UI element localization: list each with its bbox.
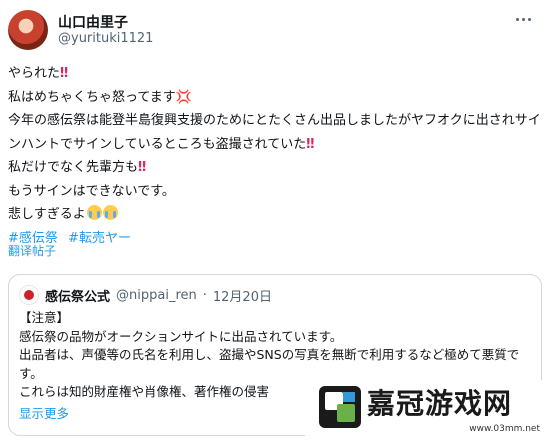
quoted-tweet-header: 感伝祭公式 @nippai_ren · 12月20日	[19, 285, 272, 305]
crying-face-icon	[86, 205, 102, 220]
quoted-line: 【注意】	[19, 310, 70, 325]
site-watermark: 嘉冠游戏网 www.03mm.net	[305, 380, 550, 442]
quoted-line: 出品者は、声優等の氏名を利用し、盗撮やSNSの写真を無断で利用するなど極めて悪質…	[19, 347, 520, 381]
author-display-name[interactable]: 山口由里子	[58, 12, 128, 32]
quoted-author-handle: @nippai_ren	[116, 287, 197, 303]
author-handle[interactable]: @yurituki1121	[58, 31, 153, 46]
tweet-line: 今年の感伝祭は能登半島復興支援のためにとたくさん出品しましたがヤフオクに出されサ…	[8, 113, 541, 152]
watermark-logo-icon	[319, 386, 361, 428]
quoted-line: 感伝祭の品物がオークションサイトに出品されています。	[19, 328, 343, 344]
double-exclamation-icon: ‼	[306, 136, 314, 152]
show-more-link[interactable]: 显示更多	[19, 403, 69, 422]
quoted-tweet-date: 12月20日	[212, 289, 272, 305]
separator-dot: ·	[202, 287, 207, 303]
crying-face-icon	[102, 205, 118, 220]
tweet-line: 私だけでなく先輩方も‼	[8, 160, 146, 175]
tweet-text: やられた‼ 私はめちゃくちゃ怒ってます💢 今年の感伝祭は能登半島復興支援のために…	[8, 62, 542, 250]
author-avatar[interactable]	[8, 10, 48, 50]
double-exclamation-icon: ‼	[138, 160, 146, 175]
watermark-url: www.03mm.net	[469, 424, 540, 434]
tweet-line: 悲しすぎるよ	[8, 203, 542, 227]
translate-post-link[interactable]: 翻译帖子	[8, 242, 56, 259]
anger-symbol-icon: 💢	[175, 89, 192, 105]
quoted-author-name: 感伝祭公式	[45, 289, 111, 305]
tweet-line: もうサインはできないです。	[8, 183, 175, 199]
hashtag-link[interactable]: #転売ヤー	[68, 231, 131, 246]
tweet-line: 私はめちゃくちゃ怒ってます💢	[8, 89, 192, 105]
watermark-brand: 嘉冠游戏网	[367, 387, 513, 420]
double-exclamation-icon: ‼	[60, 66, 68, 81]
more-horizontal-icon[interactable]	[512, 10, 534, 28]
tweet-header: 山口由里子 @yurituki1121	[8, 8, 542, 52]
quoted-author-avatar	[19, 285, 39, 305]
hashtag-row: #感伝祭 #転売ヤー	[8, 227, 542, 251]
tweet-line: やられた‼	[8, 66, 68, 81]
